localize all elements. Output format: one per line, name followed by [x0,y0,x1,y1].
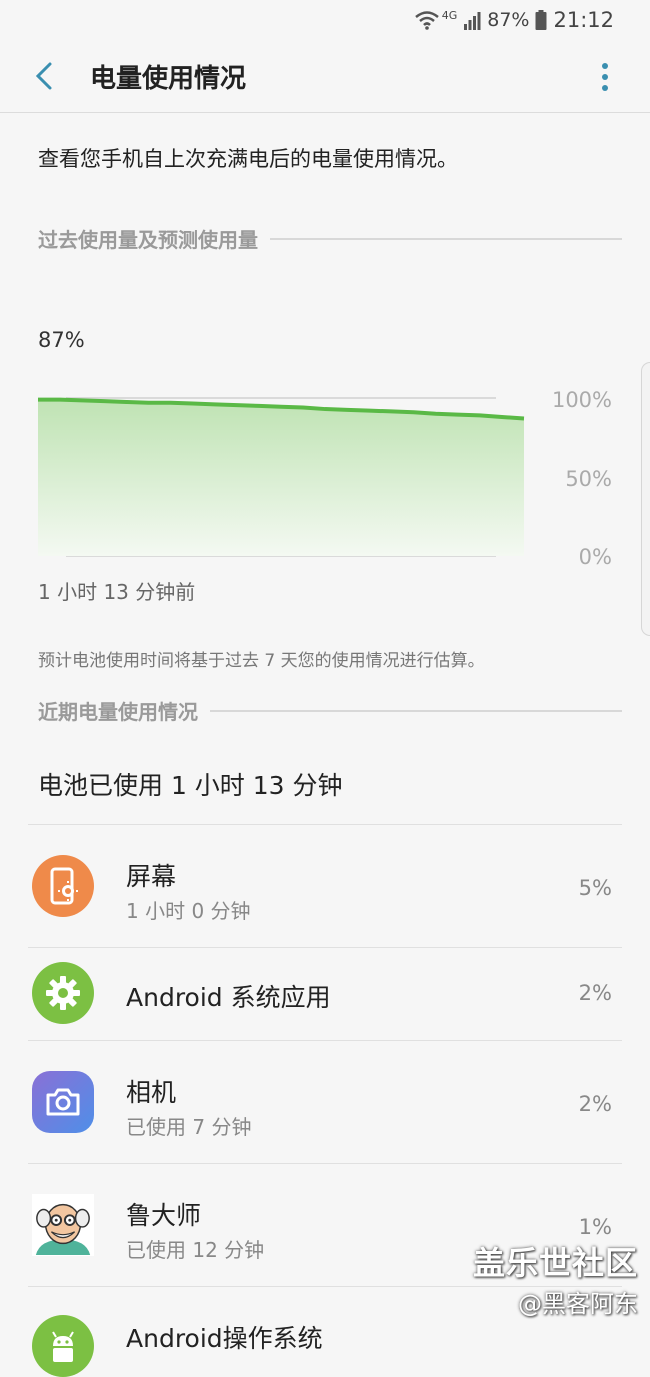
item-percent: 2% [578,1092,612,1116]
edge-panel-handle[interactable] [641,362,650,636]
item-name: 屏幕 [126,862,177,891]
y-tick-label-50: 50% [565,467,612,491]
battery-icon [535,10,547,30]
item-sub: 1 小时 0 分钟 [126,899,251,923]
item-name: Android操作系统 [126,1324,323,1353]
list-item[interactable]: 屏幕 1 小时 0 分钟 5% [28,824,622,947]
more-options-icon[interactable] [600,62,610,92]
watermark-title: 盖乐世社区 [472,1244,638,1282]
divider [210,709,622,712]
signal-icon [464,12,481,30]
item-name: Android 系统应用 [126,983,331,1012]
back-arrow-icon[interactable] [30,60,60,92]
section-heading-recent: 近期电量使用情况 [38,696,622,725]
usage-area-fill [38,399,524,556]
item-name: 相机 [126,1078,177,1107]
section-heading-history: 过去使用量及预测使用量 [38,224,622,253]
battery-used-summary: 电池已使用 1 小时 13 分钟 [38,771,343,800]
item-sub: 已使用 12 分钟 [126,1238,265,1262]
item-percent: 1% [578,1215,612,1239]
y-tick-label-100: 100% [551,388,612,412]
list-item[interactable]: 相机 已使用 7 分钟 2% [28,1040,622,1163]
status-bar: 4G 87% 21:12 [0,0,650,40]
network-type: 4G [441,8,458,22]
list-item[interactable]: Android 系统应用 2% [28,947,622,1040]
intro-text: 查看您手机自上次充满电后的电量使用情况。 [38,147,458,171]
chart-start-label: 1 小时 13 分钟前 [38,580,196,604]
gear-icon [32,962,94,1024]
item-sub: 已使用 7 分钟 [126,1115,252,1139]
estimate-note: 预计电池使用时间将基于过去 7 天您的使用情况进行估算。 [38,651,485,671]
item-percent: 5% [578,876,612,900]
watermark-author: @黑客阿东 [518,1290,638,1318]
screen-brightness-icon [32,855,94,917]
item-name: 鲁大师 [126,1201,202,1230]
divider [270,237,622,240]
section-heading-recent-label: 近期电量使用情况 [38,700,198,724]
y-tick-label-0: 0% [578,545,612,569]
item-percent: 2% [578,981,612,1005]
camera-icon [32,1071,94,1133]
wifi-icon [414,11,439,30]
app-bar: 电量使用情况 [0,40,650,113]
ludashi-avatar-icon [32,1194,94,1256]
current-battery-percent: 87% [38,328,85,352]
battery-percent: 87% [487,9,530,31]
android-icon [32,1315,94,1377]
section-heading-history-label: 过去使用量及预测使用量 [38,228,258,252]
clock: 21:12 [553,8,614,32]
page-title: 电量使用情况 [90,64,247,94]
